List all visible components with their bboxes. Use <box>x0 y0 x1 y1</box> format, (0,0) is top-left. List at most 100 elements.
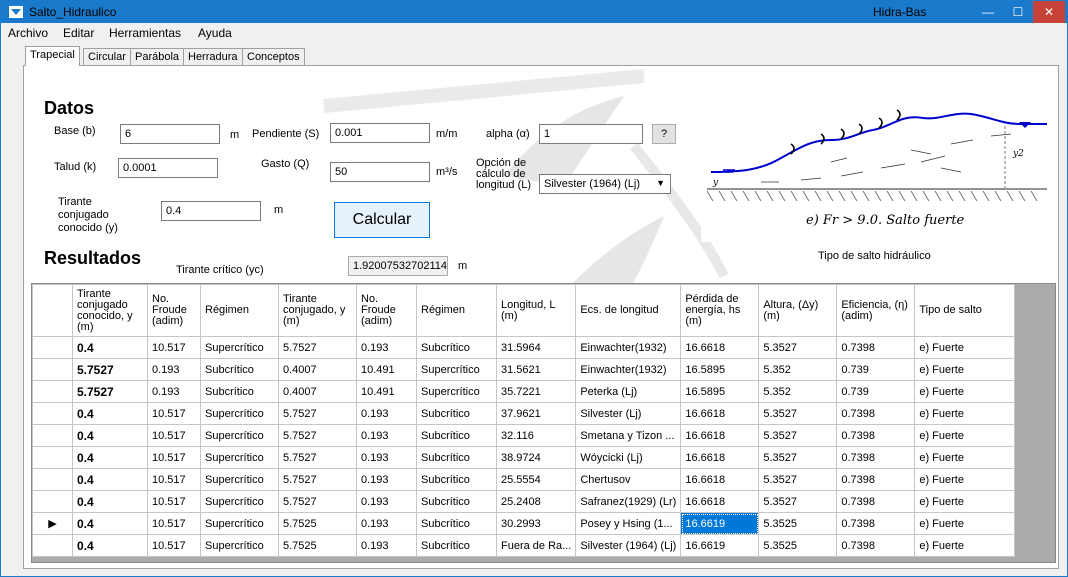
table-cell[interactable]: Einwachter(1932) <box>575 336 682 359</box>
row-header[interactable] <box>32 402 73 425</box>
talud-input[interactable]: 0.0001 <box>118 158 218 178</box>
row-header[interactable] <box>32 534 73 557</box>
table-cell[interactable]: 0.4 <box>72 402 148 425</box>
table-cell[interactable]: 5.3525 <box>758 512 838 535</box>
col-header[interactable]: Longitud, L (m) <box>495 284 577 337</box>
row-header[interactable] <box>32 336 73 359</box>
table-cell[interactable]: 5.3527 <box>758 336 838 359</box>
tab-circular[interactable]: Circular <box>83 48 131 65</box>
table-cell[interactable]: 35.7221 <box>495 380 577 403</box>
table-cell[interactable]: 10.517 <box>147 336 201 359</box>
table-cell[interactable]: 10.517 <box>147 424 201 447</box>
table-cell[interactable]: 10.517 <box>147 402 201 425</box>
menu-archivo[interactable]: Archivo <box>8 26 48 40</box>
gasto-input[interactable]: 50 <box>330 162 430 182</box>
row-header[interactable] <box>32 424 73 447</box>
row-header[interactable] <box>32 358 73 381</box>
table-cell[interactable]: e) Fuerte <box>914 512 1016 535</box>
table-cell[interactable]: 0.739 <box>836 358 916 381</box>
table-cell[interactable]: 5.7527 <box>72 358 148 381</box>
table-cell[interactable]: 5.7527 <box>278 490 357 513</box>
table-cell[interactable]: Supercrítico <box>200 468 279 491</box>
table-cell[interactable]: 25.5554 <box>495 468 577 491</box>
table-row[interactable]: 0.4 10.517 Supercrítico 5.7527 0.193 Subcríti… <box>32 402 1016 425</box>
table-cell[interactable]: 0.7398 <box>836 512 916 535</box>
table-cell[interactable]: 10.491 <box>356 380 417 403</box>
table-cell[interactable]: Posey y Hsing (1... <box>575 512 682 535</box>
tab-conceptos[interactable]: Conceptos <box>242 48 305 65</box>
table-row[interactable]: 0.4 10.517 Supercrítico 5.7525 0.193 Subcríti… <box>32 534 1016 557</box>
table-cell[interactable]: 16.6618 <box>680 336 760 359</box>
table-row[interactable]: 0.4 10.517 Supercrítico 5.7527 0.193 Subcríti… <box>32 336 1016 359</box>
table-cell[interactable]: 5.3525 <box>758 534 838 557</box>
col-header[interactable]: No. Froude (adim) <box>356 284 417 337</box>
table-cell[interactable]: 32.116 <box>495 424 577 447</box>
col-header[interactable]: Régimen <box>416 284 497 337</box>
col-header[interactable]: Eficiencia, (η) (adim) <box>836 284 916 337</box>
table-cell[interactable]: 0.739 <box>836 380 916 403</box>
table-cell[interactable]: 0.193 <box>356 446 417 469</box>
col-header[interactable]: No. Froude (adim) <box>147 284 201 337</box>
table-cell[interactable]: e) Fuerte <box>914 534 1016 557</box>
tab-herradura[interactable]: Herradura <box>183 48 243 65</box>
table-cell[interactable]: 0.4 <box>72 512 148 535</box>
tab-trapecial[interactable]: Trapecial <box>25 46 80 66</box>
table-cell[interactable]: 16.5895 <box>680 380 760 403</box>
table-cell[interactable]: Supercrítico <box>200 490 279 513</box>
table-cell[interactable]: 5.3527 <box>758 468 838 491</box>
table-cell[interactable]: Subcrítico <box>200 358 279 381</box>
table-cell[interactable]: 10.517 <box>147 512 201 535</box>
table-cell[interactable]: e) Fuerte <box>914 380 1016 403</box>
table-cell[interactable]: 0.4 <box>72 468 148 491</box>
col-header[interactable]: Tirante conjugado, y (m) <box>278 284 357 337</box>
table-cell[interactable]: e) Fuerte <box>914 336 1016 359</box>
table-cell[interactable]: e) Fuerte <box>914 468 1016 491</box>
table-cell[interactable]: Supercrítico <box>200 534 279 557</box>
table-cell[interactable]: Einwachter(1932) <box>575 358 682 381</box>
table-cell[interactable]: 0.4007 <box>278 358 357 381</box>
table-cell[interactable]: 5.7527 <box>278 446 357 469</box>
table-cell[interactable]: 5.352 <box>758 358 838 381</box>
table-cell[interactable]: 0.4 <box>72 424 148 447</box>
table-cell[interactable]: Subcrítico <box>416 512 497 535</box>
table-cell[interactable]: 16.6618 <box>680 490 760 513</box>
table-cell[interactable]: e) Fuerte <box>914 424 1016 447</box>
table-cell[interactable]: 0.7398 <box>836 490 916 513</box>
col-header[interactable]: Ecs. de longitud <box>575 284 682 337</box>
table-cell[interactable]: 5.3527 <box>758 402 838 425</box>
table-cell[interactable]: 0.4 <box>72 534 148 557</box>
row-header[interactable] <box>32 490 73 513</box>
table-cell[interactable]: Supercrítico <box>200 446 279 469</box>
table-cell[interactable]: Subcrítico <box>416 534 497 557</box>
col-header[interactable]: Tipo de salto <box>914 284 1016 337</box>
table-cell[interactable]: Subcrítico <box>200 380 279 403</box>
table-cell[interactable]: 30.2993 <box>495 512 577 535</box>
table-cell[interactable]: 0.193 <box>356 424 417 447</box>
menu-ayuda[interactable]: Ayuda <box>198 26 232 40</box>
table-cell[interactable]: 0.4 <box>72 490 148 513</box>
table-cell[interactable]: 0.193 <box>356 512 417 535</box>
table-cell[interactable]: 16.6618 <box>680 468 760 491</box>
pendiente-input[interactable]: 0.001 <box>330 123 430 143</box>
help-button[interactable]: ? <box>652 124 676 144</box>
minimize-button[interactable]: — <box>973 1 1003 23</box>
table-cell[interactable]: 0.4007 <box>278 380 357 403</box>
table-cell[interactable]: 5.3527 <box>758 446 838 469</box>
table-cell[interactable]: Subcrítico <box>416 424 497 447</box>
table-cell[interactable]: 0.4 <box>72 336 148 359</box>
table-cell[interactable]: e) Fuerte <box>914 402 1016 425</box>
close-button[interactable]: ✕ <box>1033 1 1065 23</box>
table-cell[interactable]: 5.7527 <box>72 380 148 403</box>
base-input[interactable]: 6 <box>120 124 220 144</box>
title-bar[interactable]: Salto_Hidraulico Hidra-Bas — ☐ ✕ <box>1 1 1067 23</box>
table-cell[interactable]: Peterka (Lj) <box>575 380 682 403</box>
table-cell[interactable]: 0.7398 <box>836 424 916 447</box>
table-cell[interactable]: 31.5964 <box>495 336 577 359</box>
table-cell[interactable]: 37.9621 <box>495 402 577 425</box>
table-cell[interactable]: Supercrítico <box>200 512 279 535</box>
table-cell[interactable]: 0.193 <box>147 380 201 403</box>
table-cell[interactable]: 0.7398 <box>836 534 916 557</box>
alpha-input[interactable]: 1 <box>539 124 643 144</box>
table-cell[interactable]: Subcrítico <box>416 336 497 359</box>
table-cell[interactable]: 25.2408 <box>495 490 577 513</box>
